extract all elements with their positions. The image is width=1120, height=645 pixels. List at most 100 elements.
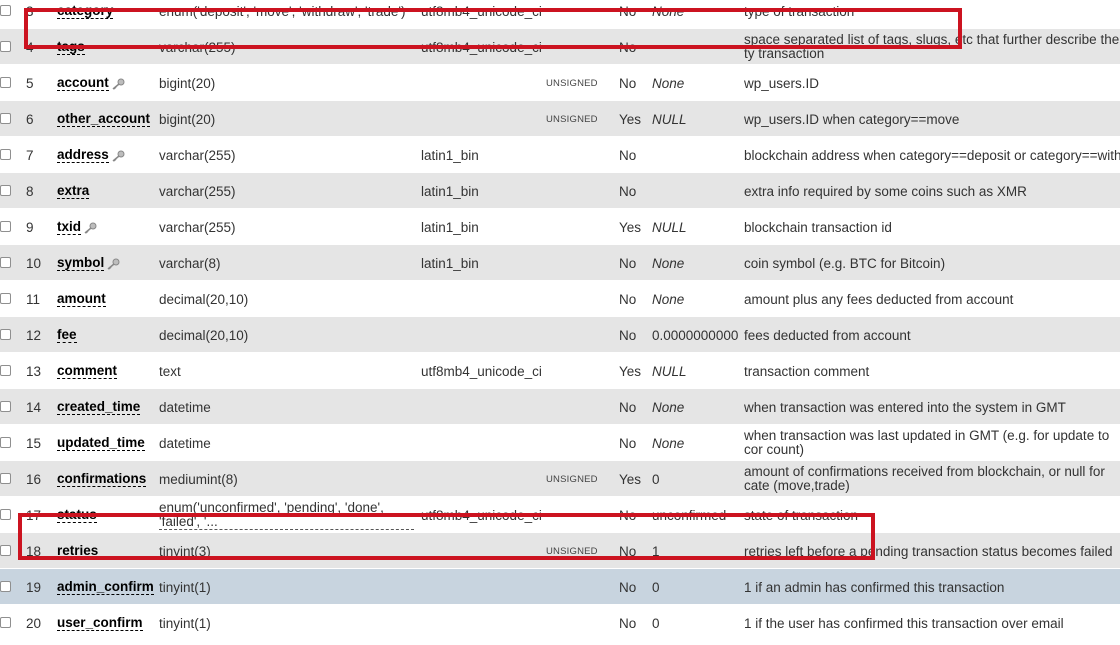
column-null: No <box>619 579 637 595</box>
table-row[interactable]: 13 comment text utf8mb4_unicode_ci Yes N… <box>0 353 1120 389</box>
column-comment: amount of confirmations received from bl… <box>744 464 1105 493</box>
column-type: tinyint(1) <box>159 579 211 595</box>
column-default <box>652 137 742 173</box>
row-checkbox[interactable] <box>0 329 11 340</box>
column-collation <box>421 281 541 317</box>
column-null: Yes <box>619 111 642 127</box>
row-checkbox[interactable] <box>0 41 11 52</box>
column-default: NULL <box>652 363 687 379</box>
column-name[interactable]: extra <box>57 173 157 209</box>
table-row[interactable]: 20 user_confirm tinyint(1) No 0 1 if the… <box>0 605 1120 641</box>
column-default: 0 <box>652 471 660 487</box>
column-type: datetime <box>159 435 211 451</box>
column-comment: extra info required by some coins such a… <box>744 183 1027 199</box>
column-name[interactable]: symbol <box>57 245 157 281</box>
row-checkbox[interactable] <box>0 437 11 448</box>
row-checkbox[interactable] <box>0 401 11 412</box>
column-type: bigint(20) <box>159 111 216 127</box>
column-name[interactable]: created_time <box>57 389 157 425</box>
enum-values-link[interactable]: enum('unconfirmed', 'pending', 'done', '… <box>159 500 414 530</box>
table-row[interactable]: 10 symbol varchar(8) latin1_bin No None … <box>0 245 1120 281</box>
column-attributes <box>546 245 616 281</box>
row-checkbox[interactable] <box>0 149 11 160</box>
row-checkbox[interactable] <box>0 581 11 592</box>
column-attributes <box>546 425 616 461</box>
table-row[interactable]: 7 address varchar(255) latin1_bin No blo… <box>0 137 1120 173</box>
column-name[interactable]: updated_time <box>57 425 157 461</box>
column-name[interactable]: confirmations <box>57 461 157 497</box>
index-key-icon <box>107 258 120 270</box>
row-checkbox[interactable] <box>0 473 11 484</box>
table-row[interactable]: 4 tags varchar(255) utf8mb4_unicode_ci N… <box>0 29 1120 65</box>
column-type: varchar(255) <box>159 183 236 199</box>
table-row[interactable]: 12 fee decimal(20,10) No 0.0000000000 fe… <box>0 317 1120 353</box>
column-attributes <box>546 317 616 353</box>
column-name[interactable]: admin_confirm <box>57 569 157 605</box>
column-default: None <box>652 399 685 415</box>
column-attributes <box>546 497 616 533</box>
column-default: unconfirmed <box>652 507 727 523</box>
column-null: No <box>619 327 637 343</box>
row-checkbox[interactable] <box>0 509 11 520</box>
column-null: Yes <box>619 219 642 235</box>
column-collation: latin1_bin <box>421 183 479 199</box>
column-name[interactable]: fee <box>57 317 157 353</box>
table-row[interactable]: 19 admin_confirm tinyint(1) No 0 1 if an… <box>0 569 1120 605</box>
index-key-icon <box>112 78 125 90</box>
table-row[interactable]: 16 confirmations mediumint(8) UNSIGNED Y… <box>0 461 1120 497</box>
table-row[interactable]: 9 txid varchar(255) latin1_bin Yes NULL … <box>0 209 1120 245</box>
row-checkbox[interactable] <box>0 617 11 628</box>
row-checkbox[interactable] <box>0 257 11 268</box>
column-null: No <box>619 147 637 163</box>
column-collation <box>421 533 541 569</box>
row-number: 9 <box>26 219 34 235</box>
row-number: 12 <box>26 327 42 343</box>
table-row[interactable]: 15 updated_time datetime No None when tr… <box>0 425 1120 461</box>
row-checkbox[interactable] <box>0 365 11 376</box>
column-type: text <box>159 363 181 379</box>
column-type[interactable]: enum('unconfirmed', 'pending', 'done', '… <box>159 497 414 533</box>
column-name[interactable]: status <box>57 497 157 533</box>
column-name[interactable]: user_confirm <box>57 605 157 641</box>
column-type: mediumint(8) <box>159 471 238 487</box>
column-name[interactable]: txid <box>57 209 157 245</box>
table-row[interactable]: 6 other_account bigint(20) UNSIGNED Yes … <box>0 101 1120 137</box>
table-row[interactable]: 11 amount decimal(20,10) No None amount … <box>0 281 1120 317</box>
column-name[interactable]: other_account <box>57 101 157 137</box>
row-number: 18 <box>26 543 42 559</box>
column-name[interactable]: tags <box>57 29 157 65</box>
table-row[interactable]: 3 category enum('deposit', 'move', 'with… <box>0 0 1120 29</box>
column-attributes <box>546 353 616 389</box>
row-checkbox[interactable] <box>0 77 11 88</box>
column-name[interactable]: retries <box>57 533 157 569</box>
row-checkbox[interactable] <box>0 293 11 304</box>
table-row[interactable]: 5 account bigint(20) UNSIGNED No None wp… <box>0 65 1120 101</box>
column-default <box>652 29 742 65</box>
column-name[interactable]: account <box>57 65 157 101</box>
table-row[interactable]: 8 extra varchar(255) latin1_bin No extra… <box>0 173 1120 209</box>
column-comment: fees deducted from account <box>744 327 911 343</box>
row-checkbox[interactable] <box>0 221 11 232</box>
column-attributes <box>546 569 616 605</box>
column-type: varchar(255) <box>159 219 236 235</box>
row-number: 3 <box>26 3 34 19</box>
column-null: No <box>619 291 637 307</box>
column-null: Yes <box>619 471 642 487</box>
column-null: No <box>619 399 637 415</box>
column-collation: utf8mb4_unicode_ci <box>421 363 541 379</box>
column-name[interactable]: amount <box>57 281 157 317</box>
column-name[interactable]: category <box>57 0 157 29</box>
row-checkbox[interactable] <box>0 545 11 556</box>
column-name[interactable]: address <box>57 137 157 173</box>
row-checkbox[interactable] <box>0 5 11 16</box>
row-checkbox[interactable] <box>0 185 11 196</box>
column-type: decimal(20,10) <box>159 327 249 343</box>
row-checkbox[interactable] <box>0 113 11 124</box>
table-row[interactable]: 17 status enum('unconfirmed', 'pending',… <box>0 497 1120 533</box>
column-type: tinyint(3) <box>159 543 211 559</box>
column-null: No <box>619 75 637 91</box>
column-name[interactable]: comment <box>57 353 157 389</box>
table-row[interactable]: 14 created_time datetime No None when tr… <box>0 389 1120 425</box>
table-row[interactable]: 18 retries tinyint(3) UNSIGNED No 1 retr… <box>0 533 1120 569</box>
column-comment: 1 if an admin has confirmed this transac… <box>744 579 1005 595</box>
